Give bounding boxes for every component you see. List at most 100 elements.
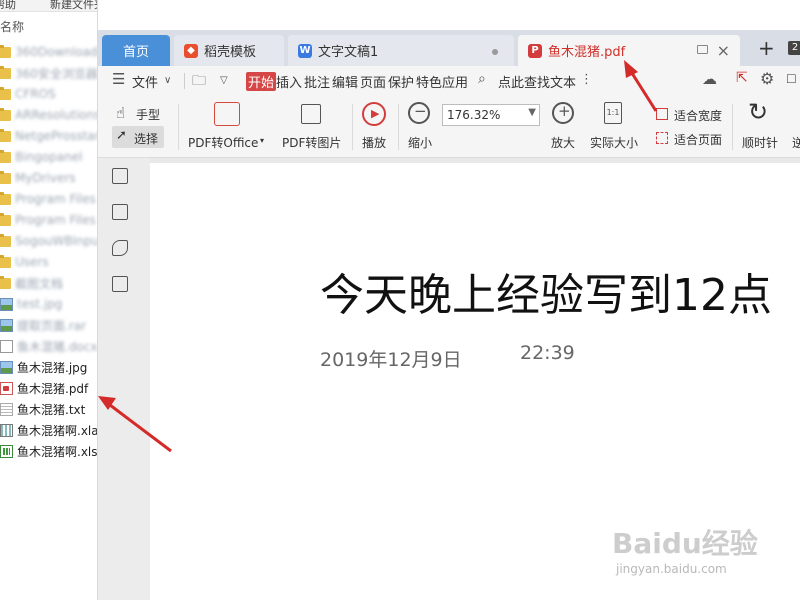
file-list-item[interactable]: 鱼木混猪.pdf xyxy=(0,378,97,398)
tab-template[interactable]: ◆ 稻壳模板 xyxy=(174,35,284,66)
file-name: 360Downloads xyxy=(15,45,98,59)
hand-tool-button[interactable]: 手型 xyxy=(136,106,160,123)
file-name: test.jpg xyxy=(17,297,63,311)
folder-icon xyxy=(0,233,11,247)
file-name: 鱼木混猪.pdf xyxy=(17,381,89,396)
rotate-clockwise-button[interactable]: 顺时针 xyxy=(742,134,778,151)
file-list-item[interactable]: MyDrivers xyxy=(0,168,97,188)
file-list-item[interactable]: Program Files xyxy=(0,189,97,209)
zoom-level-input[interactable]: 176.32% ▼ xyxy=(442,104,540,126)
file-name: SogouWBInput xyxy=(15,234,98,248)
close-tab-icon[interactable]: × xyxy=(717,41,730,60)
fit-width-button[interactable]: 适合宽度 xyxy=(674,107,722,124)
tab-doc-label: 文字文稿1 xyxy=(318,45,379,60)
file-list-item[interactable]: ARResolutions xyxy=(0,105,97,125)
ribbon-divider xyxy=(398,104,399,150)
chevron-down-icon[interactable]: ▾ xyxy=(260,136,264,145)
file-name: 截图文档 xyxy=(15,276,64,291)
file-list-item[interactable]: 提取页面.rar xyxy=(0,315,97,335)
menu-help[interactable]: 帮助 xyxy=(0,0,16,12)
search-icon[interactable]: ⌕ xyxy=(478,71,486,87)
file-name: Program Files xyxy=(15,192,96,206)
fit-page-button[interactable]: 适合页面 xyxy=(674,131,722,148)
doc-file-icon xyxy=(0,339,13,353)
file-list-item[interactable]: Bingopanel xyxy=(0,147,97,167)
menu-protect[interactable]: 保护 xyxy=(388,72,414,91)
zoom-dropdown-icon[interactable]: ▼ xyxy=(528,107,536,118)
ribbon-divider xyxy=(178,104,179,150)
fit-width-icon xyxy=(656,108,668,120)
tab-home[interactable]: 首页 xyxy=(102,35,170,66)
menu-page[interactable]: 页面 xyxy=(360,72,386,91)
menu-file[interactable]: 文件 xyxy=(132,72,158,91)
toolbar-more-icon[interactable]: ☐ xyxy=(786,72,797,86)
document-time: 22:39 xyxy=(520,342,575,364)
new-tab-button[interactable]: + xyxy=(758,36,775,60)
menu-start[interactable]: 开始 xyxy=(246,72,277,91)
file-list-item[interactable]: 鱼木混猪.docx xyxy=(0,336,97,356)
play-icon: ▶ xyxy=(362,102,386,126)
open-folder-icon[interactable]: 🗀 xyxy=(192,70,206,94)
word-doc-icon: W xyxy=(298,43,312,58)
settings-gear-icon[interactable]: ⚙ xyxy=(760,69,774,88)
dropdown-icon[interactable]: ▽ xyxy=(220,75,228,86)
play-button[interactable]: 播放 xyxy=(362,134,386,151)
hamburger-icon[interactable]: ☰ xyxy=(112,70,125,88)
annotation-icon[interactable] xyxy=(112,240,128,256)
menu-new-folder[interactable]: 新建文件夹 xyxy=(50,0,97,12)
tab-bar: 首页 ◆ 稻壳模板 W 文字文稿1 P 鱼木混猪.pdf × + 2 xyxy=(98,30,800,66)
explorer-menubar: 帮助 新建文件夹 xyxy=(0,0,97,12)
file-list-item[interactable]: 鱼木混猪啊.xls xyxy=(0,441,97,461)
zoom-out-icon: − xyxy=(408,102,430,124)
folder-icon xyxy=(0,86,11,100)
file-name: NetgeProsstartSetting xyxy=(15,129,97,143)
thumbnail-icon[interactable] xyxy=(112,204,128,220)
menu-comment[interactable]: 批注 xyxy=(304,72,330,91)
folder-icon xyxy=(0,65,11,79)
actual-size-icon: 1:1 xyxy=(604,102,622,124)
file-list-item[interactable]: 截图文档 xyxy=(0,273,97,293)
share-icon[interactable]: ⇱ xyxy=(736,70,748,86)
folder-icon xyxy=(0,44,11,58)
file-list-item[interactable]: Program Files (x86) xyxy=(0,210,97,230)
file-name: 鱼木混猪啊.xla xyxy=(17,423,98,438)
window-pin-icon[interactable] xyxy=(697,45,708,54)
file-name: Bingopanel xyxy=(15,150,83,164)
file-list-item[interactable]: 鱼木混猪.txt xyxy=(0,399,97,419)
menu-special[interactable]: 特色应用 xyxy=(416,72,468,91)
tab-doc[interactable]: W 文字文稿1 xyxy=(288,35,514,66)
select-tool-button[interactable]: ➚ 选择 xyxy=(112,126,164,148)
pdf-icon: P xyxy=(528,43,542,58)
menu-edit[interactable]: 编辑 xyxy=(332,72,358,91)
outline-icon[interactable] xyxy=(112,168,128,184)
folder-icon xyxy=(0,191,11,205)
more-options-icon[interactable]: ⋮ xyxy=(580,72,593,87)
search-text[interactable]: 点此查找文本 xyxy=(498,72,576,91)
file-list-item[interactable]: SogouWBInput xyxy=(0,231,98,251)
signature-icon[interactable] xyxy=(112,276,128,292)
file-list-item[interactable]: 鱼木混猪啊.xla xyxy=(0,420,98,440)
xls-file-icon xyxy=(0,444,13,458)
file-list-item[interactable]: 360安全浏览器下载 xyxy=(0,63,97,83)
tab-pdf[interactable]: P 鱼木混猪.pdf × xyxy=(518,35,740,66)
cursor-icon: ➚ xyxy=(116,128,127,143)
actual-size-button[interactable]: 实际大小 xyxy=(590,134,638,151)
zoom-in-icon: + xyxy=(552,102,574,124)
file-list-item[interactable]: 360Downloads xyxy=(0,42,98,62)
pdf-to-office-button[interactable]: PDF转Office xyxy=(188,134,258,151)
pdf-to-image-button[interactable]: PDF转图片 xyxy=(282,134,341,151)
folder-icon xyxy=(0,149,11,163)
chevron-down-icon[interactable]: ∨ xyxy=(164,75,171,86)
zoom-in-button[interactable]: 放大 xyxy=(551,134,575,151)
file-list-item[interactable]: NetgeProsstartSetting xyxy=(0,126,97,146)
cloud-icon[interactable]: ☁ xyxy=(702,70,717,88)
zoom-out-button[interactable]: 缩小 xyxy=(408,134,432,151)
tab-count-badge[interactable]: 2 xyxy=(788,41,800,55)
file-list-item[interactable]: CFROS xyxy=(0,84,97,104)
file-list-item[interactable]: Users xyxy=(0,252,97,272)
file-list-item[interactable]: 鱼木混猪.jpg xyxy=(0,357,97,377)
menu-insert[interactable]: 插入 xyxy=(276,72,302,91)
rotate-counterclockwise-button[interactable]: 逆 xyxy=(792,134,800,151)
file-list-item[interactable]: test.jpg xyxy=(0,294,97,314)
column-header-name[interactable]: 名称 xyxy=(0,18,24,35)
